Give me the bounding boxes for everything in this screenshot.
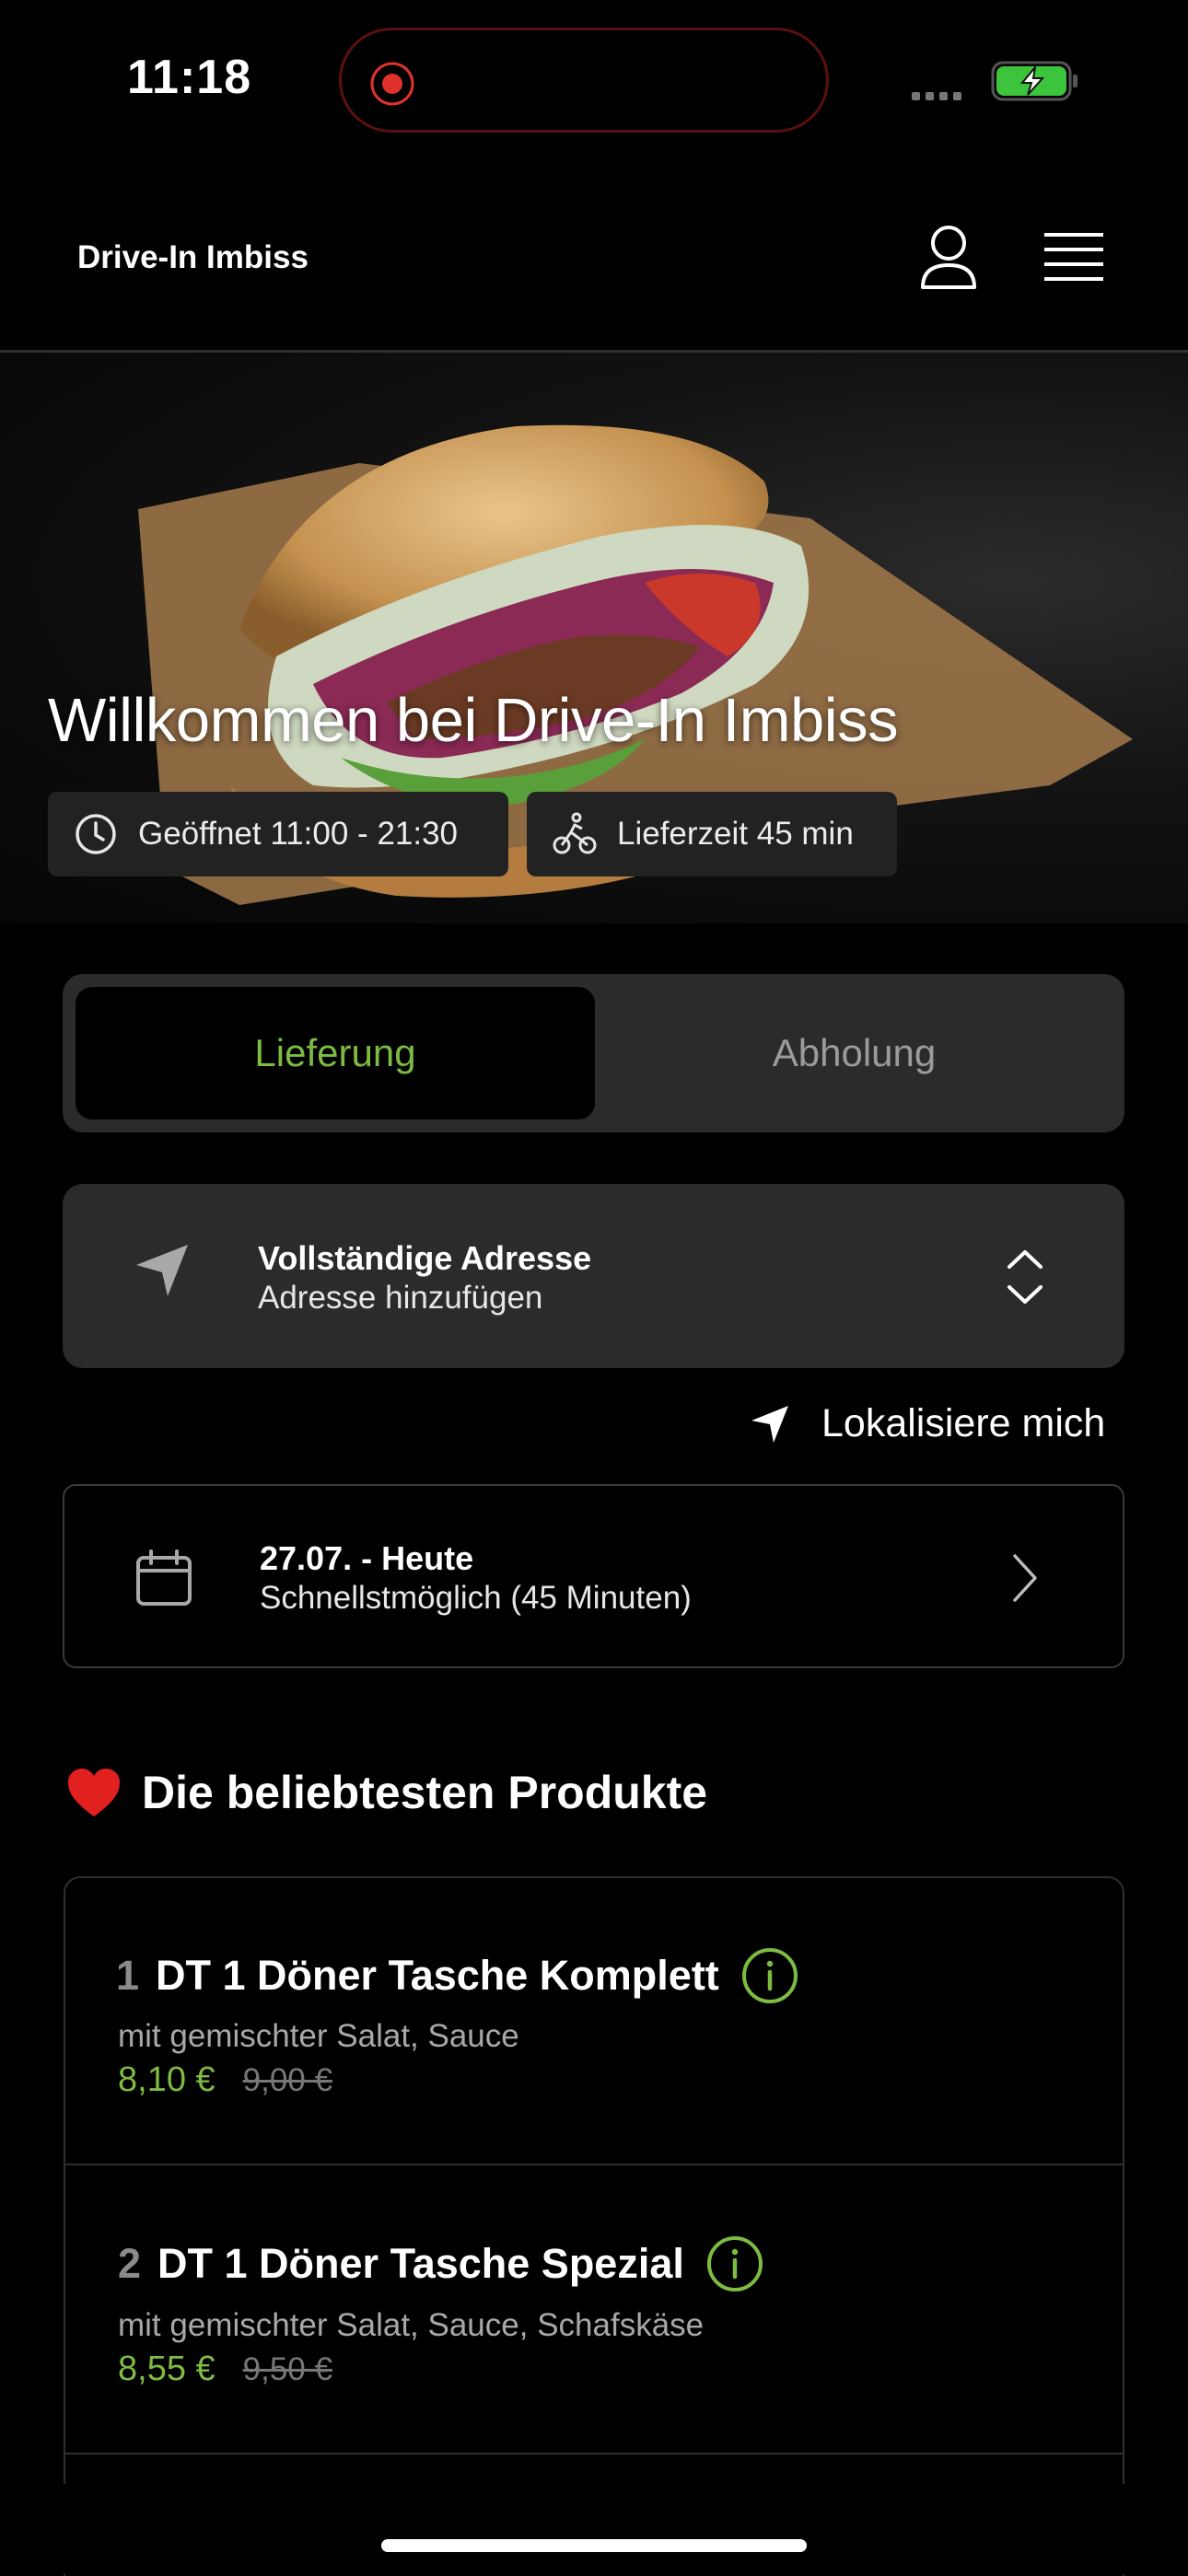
product-price-row: 8,55 € 9,50 €: [118, 2350, 332, 2389]
schedule-title: 27.07. - Heute: [260, 1539, 474, 1577]
tab-abholung[interactable]: Abholung: [595, 987, 1113, 1120]
signal-icon: [912, 88, 967, 105]
product-name-row: 1 DT 1 Döner Tasche Komplett: [116, 1947, 798, 2004]
battery-charging-icon: [991, 61, 1077, 101]
locate-me-button[interactable]: Lokalisiere mich: [750, 1401, 1105, 1446]
schedule-selector[interactable]: [63, 1484, 1124, 1668]
delivery-time-badge: Lieferzeit 45 min: [527, 792, 897, 876]
calendar-icon: [136, 1549, 192, 1606]
heart-icon: [68, 1769, 120, 1816]
delivery-time-text: Lieferzeit 45 min: [617, 816, 854, 852]
product-name: DT 1 Döner Tasche Komplett: [156, 1952, 719, 1999]
clock-icon: [76, 814, 116, 854]
product-price: 8,10 €: [118, 2060, 215, 2099]
opening-hours-badge: Geöffnet 11:00 - 21:30: [48, 792, 508, 876]
address-title: Vollständige Adresse: [258, 1239, 592, 1277]
product-rank: 2: [118, 2240, 142, 2287]
product-description: mit gemischter Salat, Sauce, Schafskäse: [118, 2307, 705, 2343]
chevron-up-down-icon: [1007, 1250, 1042, 1304]
user-icon[interactable]: [917, 225, 980, 291]
status-time: 11:18: [127, 51, 252, 104]
chevron-right-icon: [1013, 1554, 1037, 1602]
tab-lieferung[interactable]: Lieferung: [76, 987, 595, 1120]
menu-icon[interactable]: [1044, 232, 1103, 284]
info-icon[interactable]: [741, 1947, 798, 2004]
popular-products-heading: Die beliebtesten Produkte: [66, 1766, 707, 1819]
list-divider: [64, 2453, 1124, 2454]
brand-name[interactable]: Drive-In Imbiss: [77, 239, 309, 276]
bottom-safe-area: [0, 2484, 1188, 2574]
product-name-row: 2 DT 1 Döner Tasche Spezial: [118, 2235, 763, 2292]
product-description: mit gemischter Salat, Sauce: [118, 2018, 519, 2054]
opening-hours-text: Geöffnet 11:00 - 21:30: [138, 816, 459, 852]
product-price-row: 8,10 € 9,00 €: [118, 2060, 332, 2100]
hero-title: Willkommen bei Drive-In Imbiss: [48, 686, 899, 755]
bike-icon: [553, 812, 597, 854]
locate-me-label: Lokalisiere mich: [821, 1401, 1106, 1445]
recording-indicator-icon: [370, 62, 414, 106]
home-indicator[interactable]: [381, 2539, 807, 2552]
product-name: DT 1 Döner Tasche Spezial: [157, 2240, 684, 2287]
product-price: 8,55 €: [118, 2350, 215, 2388]
navigation-arrow-icon: [136, 1245, 188, 1296]
info-icon[interactable]: [706, 2235, 763, 2292]
popular-products-title: Die beliebtesten Produkte: [142, 1767, 708, 1818]
product-old-price: 9,50 €: [242, 2351, 332, 2387]
product-rank: 1: [116, 1952, 140, 1999]
product-old-price: 9,00 €: [242, 2062, 332, 2098]
address-selector[interactable]: [63, 1184, 1124, 1368]
schedule-subtitle: Schnellstmöglich (45 Minuten): [260, 1580, 692, 1616]
address-subtitle: Adresse hinzufügen: [258, 1280, 543, 1316]
navigation-arrow-icon: [751, 1405, 788, 1443]
